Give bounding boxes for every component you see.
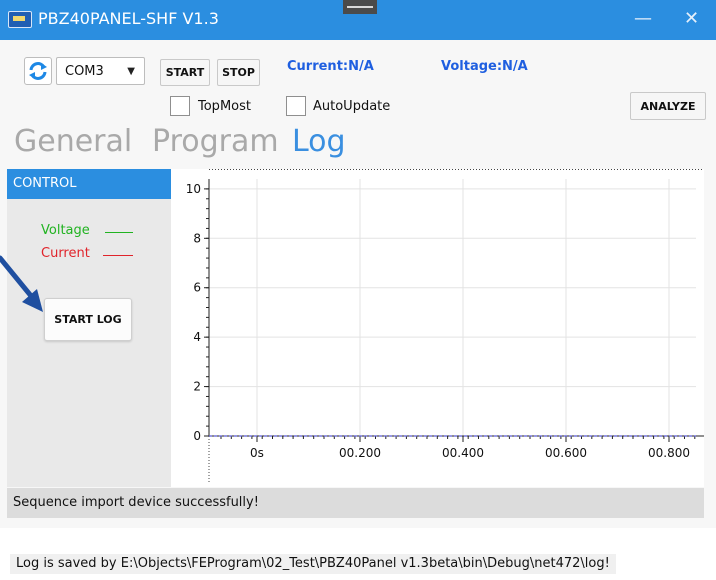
start-button[interactable]: START	[160, 59, 210, 86]
app-icon	[8, 11, 32, 28]
legend-current-line	[103, 255, 133, 256]
topmost-checkbox[interactable]	[170, 96, 190, 116]
analyze-button[interactable]: ANALYZE	[630, 92, 706, 120]
autoupdate-checkbox[interactable]	[286, 96, 306, 116]
x-tick-label: 00.200	[339, 446, 381, 460]
y-tick-label: 2	[193, 380, 201, 394]
legend-voltage-line	[105, 232, 133, 233]
status-text: Sequence import device successfully!	[13, 495, 259, 510]
close-button[interactable]: ✕	[684, 8, 699, 29]
refresh-icon	[29, 62, 47, 80]
log-path-message: Log is saved by E:\Objects\FEProgram\02_…	[10, 554, 616, 574]
tab-general[interactable]: General	[14, 124, 132, 159]
port-select[interactable]: COM3 ▼	[56, 57, 145, 85]
x-tick-label: 00.400	[442, 446, 484, 460]
chevron-down-icon: ▼	[127, 66, 135, 77]
minimize-button[interactable]: —	[634, 8, 652, 29]
autoupdate-label: AutoUpdate	[313, 99, 391, 114]
x-tick-label: 00.800	[648, 446, 690, 460]
status-bar: Sequence import device successfully!	[7, 488, 704, 518]
port-select-value: COM3	[65, 64, 104, 79]
window-title: PBZ40PANEL-SHF V1.3	[38, 9, 219, 28]
log-chart[interactable]: 0 2 4 6 8 10 0s 00.200 00.400 00.600 00.800	[171, 169, 704, 487]
y-tick-label: 8	[193, 231, 201, 245]
notch-icon	[343, 0, 377, 14]
x-tick-label: 0s	[250, 446, 264, 460]
tab-log[interactable]: Log	[292, 124, 346, 159]
y-tick-label: 6	[193, 281, 201, 295]
tab-program[interactable]: Program	[152, 124, 279, 159]
voltage-status: Voltage:N/A	[441, 59, 528, 74]
y-tick-label: 10	[186, 182, 201, 196]
control-header-text: CONTROL	[13, 176, 77, 191]
annotation-arrow-icon	[0, 255, 43, 312]
current-status: Current:N/A	[287, 59, 374, 74]
control-header: CONTROL	[7, 169, 171, 199]
x-tick-label: 00.600	[545, 446, 587, 460]
log-chart-svg: 0 2 4 6 8 10 0s 00.200 00.400 00.600 00.800	[186, 169, 704, 482]
refresh-ports-button[interactable]	[24, 57, 52, 85]
stop-button[interactable]: STOP	[217, 59, 260, 86]
legend-voltage-label: Voltage	[41, 223, 90, 238]
y-tick-label: 4	[193, 330, 201, 344]
y-tick-label: 0	[193, 429, 201, 443]
topmost-label: TopMost	[198, 99, 251, 114]
